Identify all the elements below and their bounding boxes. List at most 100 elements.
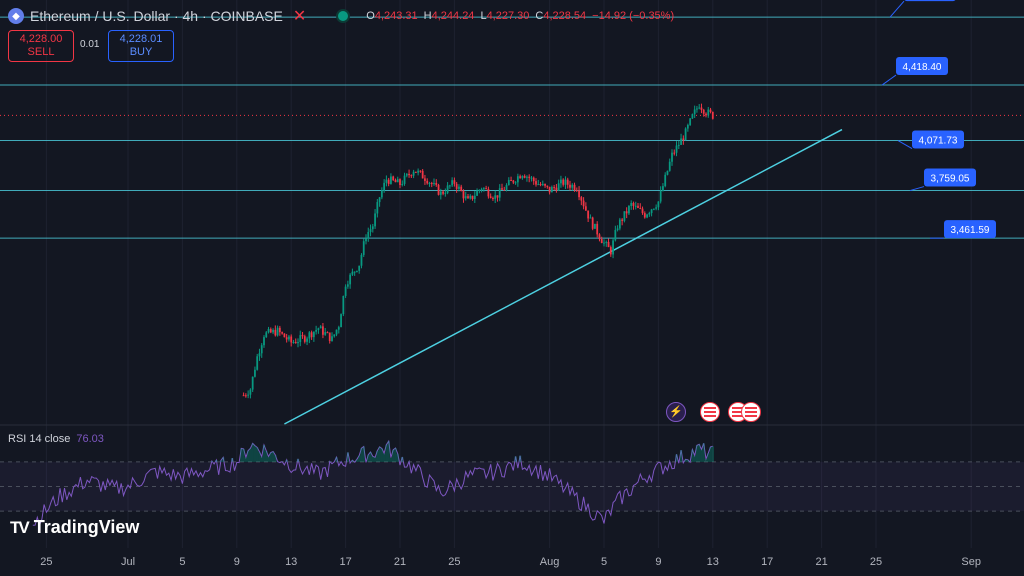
candle-body — [693, 109, 696, 115]
tradingview-logo-icon: TV — [10, 517, 30, 537]
candle-body — [458, 186, 460, 189]
x-tick-label: Aug — [540, 556, 560, 568]
candle-body — [632, 203, 635, 206]
candle-body — [278, 327, 281, 333]
candle-body — [317, 328, 320, 330]
buy-button[interactable]: 4,228.01 BUY — [108, 30, 174, 62]
candle-body — [265, 332, 268, 338]
x-tick-label: 25 — [870, 556, 882, 568]
rsi-value: 76.03 — [76, 433, 104, 445]
lightning-event-icon[interactable]: ⚡ — [666, 402, 686, 422]
candle-body — [283, 333, 286, 338]
candle-body — [519, 176, 522, 179]
price-chart[interactable]: 4,842.764,418.404,071.733,759.053,461.59… — [0, 0, 1024, 576]
us-flag-event-icon[interactable] — [741, 402, 761, 422]
candle-body — [652, 208, 655, 210]
candle-body — [646, 214, 648, 218]
market-status-icon[interactable] — [336, 9, 351, 23]
candle-body — [578, 190, 580, 198]
candle-body — [514, 182, 517, 184]
candle-body — [696, 108, 698, 110]
spread-value: 0.01 — [80, 39, 100, 50]
candle-body — [333, 334, 336, 337]
candle-body — [290, 336, 293, 343]
candle-body — [571, 184, 574, 188]
candle-body — [460, 186, 463, 192]
candle-body — [584, 206, 587, 211]
candle-body — [469, 195, 472, 199]
candle-body — [326, 332, 329, 334]
candle-body — [390, 176, 392, 184]
candle-body — [489, 196, 492, 198]
candle-body — [711, 111, 714, 119]
candle-body — [351, 271, 354, 275]
candle-body — [471, 195, 474, 200]
candle-body — [340, 314, 342, 328]
candle-body — [437, 184, 440, 195]
trend-line — [284, 128, 843, 425]
candle-body — [426, 180, 429, 184]
candle-body — [535, 181, 537, 185]
candle-body — [603, 242, 605, 244]
candle-body — [421, 170, 424, 179]
candle-body — [512, 180, 515, 183]
candle-body — [580, 197, 583, 201]
high-value: H4,244.24 — [423, 10, 475, 22]
candle-body — [671, 152, 673, 162]
candle-body — [473, 195, 476, 200]
x-tick-label: 5 — [179, 556, 185, 568]
candle-body — [435, 182, 438, 185]
sell-button[interactable]: 4,228.00 SELL — [8, 30, 74, 62]
candle-body — [356, 270, 358, 272]
candle-body — [605, 241, 608, 243]
candle-body — [684, 128, 687, 141]
candle-body — [523, 175, 526, 178]
candle-body — [618, 219, 621, 229]
candle-body — [537, 184, 540, 186]
candle-body — [587, 210, 590, 219]
candle-body — [666, 170, 669, 175]
tradingview-logo[interactable]: TV TradingView — [10, 517, 139, 538]
candle-body — [503, 189, 506, 191]
candle-body — [573, 184, 576, 190]
candle-body — [258, 353, 261, 357]
candle-body — [297, 342, 299, 344]
us-flag-event-icon[interactable] — [700, 402, 720, 422]
symbol-title[interactable]: Ethereum / U.S. Dollar · 4h · COINBASE — [30, 8, 283, 24]
candle-body — [675, 145, 678, 153]
candle-body — [639, 207, 642, 209]
candle-body — [698, 107, 701, 109]
candle-body — [430, 182, 433, 185]
candle-body — [424, 178, 426, 181]
candle-body — [412, 171, 415, 176]
candle-body — [401, 183, 404, 185]
candle-body — [507, 180, 510, 185]
candle-body — [600, 239, 603, 244]
candle-body — [662, 186, 664, 191]
candle-body — [274, 329, 277, 336]
candle-body — [448, 185, 451, 187]
candle-body — [530, 177, 533, 179]
candle-body — [539, 184, 542, 186]
rsi-legend[interactable]: RSI 14 close 76.03 — [8, 433, 104, 445]
candle-body — [365, 238, 367, 242]
candle-body — [560, 179, 562, 184]
candle-body — [643, 213, 646, 218]
candle-body — [360, 254, 363, 266]
candle-body — [328, 332, 331, 342]
x-tick-label: 13 — [707, 556, 719, 568]
candle-body — [482, 188, 485, 190]
candle-body — [303, 336, 306, 342]
candle-body — [691, 114, 694, 119]
x-tick-label: 9 — [234, 556, 240, 568]
candle-body — [496, 195, 499, 198]
candle-body — [516, 176, 519, 183]
candle-body — [358, 265, 361, 271]
candle-body — [641, 208, 644, 214]
candle-body — [462, 191, 465, 199]
candle-body — [439, 191, 442, 195]
market-closed-icon[interactable]: ✕ — [293, 6, 306, 26]
open-value: O4,243.31 — [366, 10, 418, 22]
candle-body — [616, 228, 619, 231]
candle-body — [594, 223, 596, 229]
